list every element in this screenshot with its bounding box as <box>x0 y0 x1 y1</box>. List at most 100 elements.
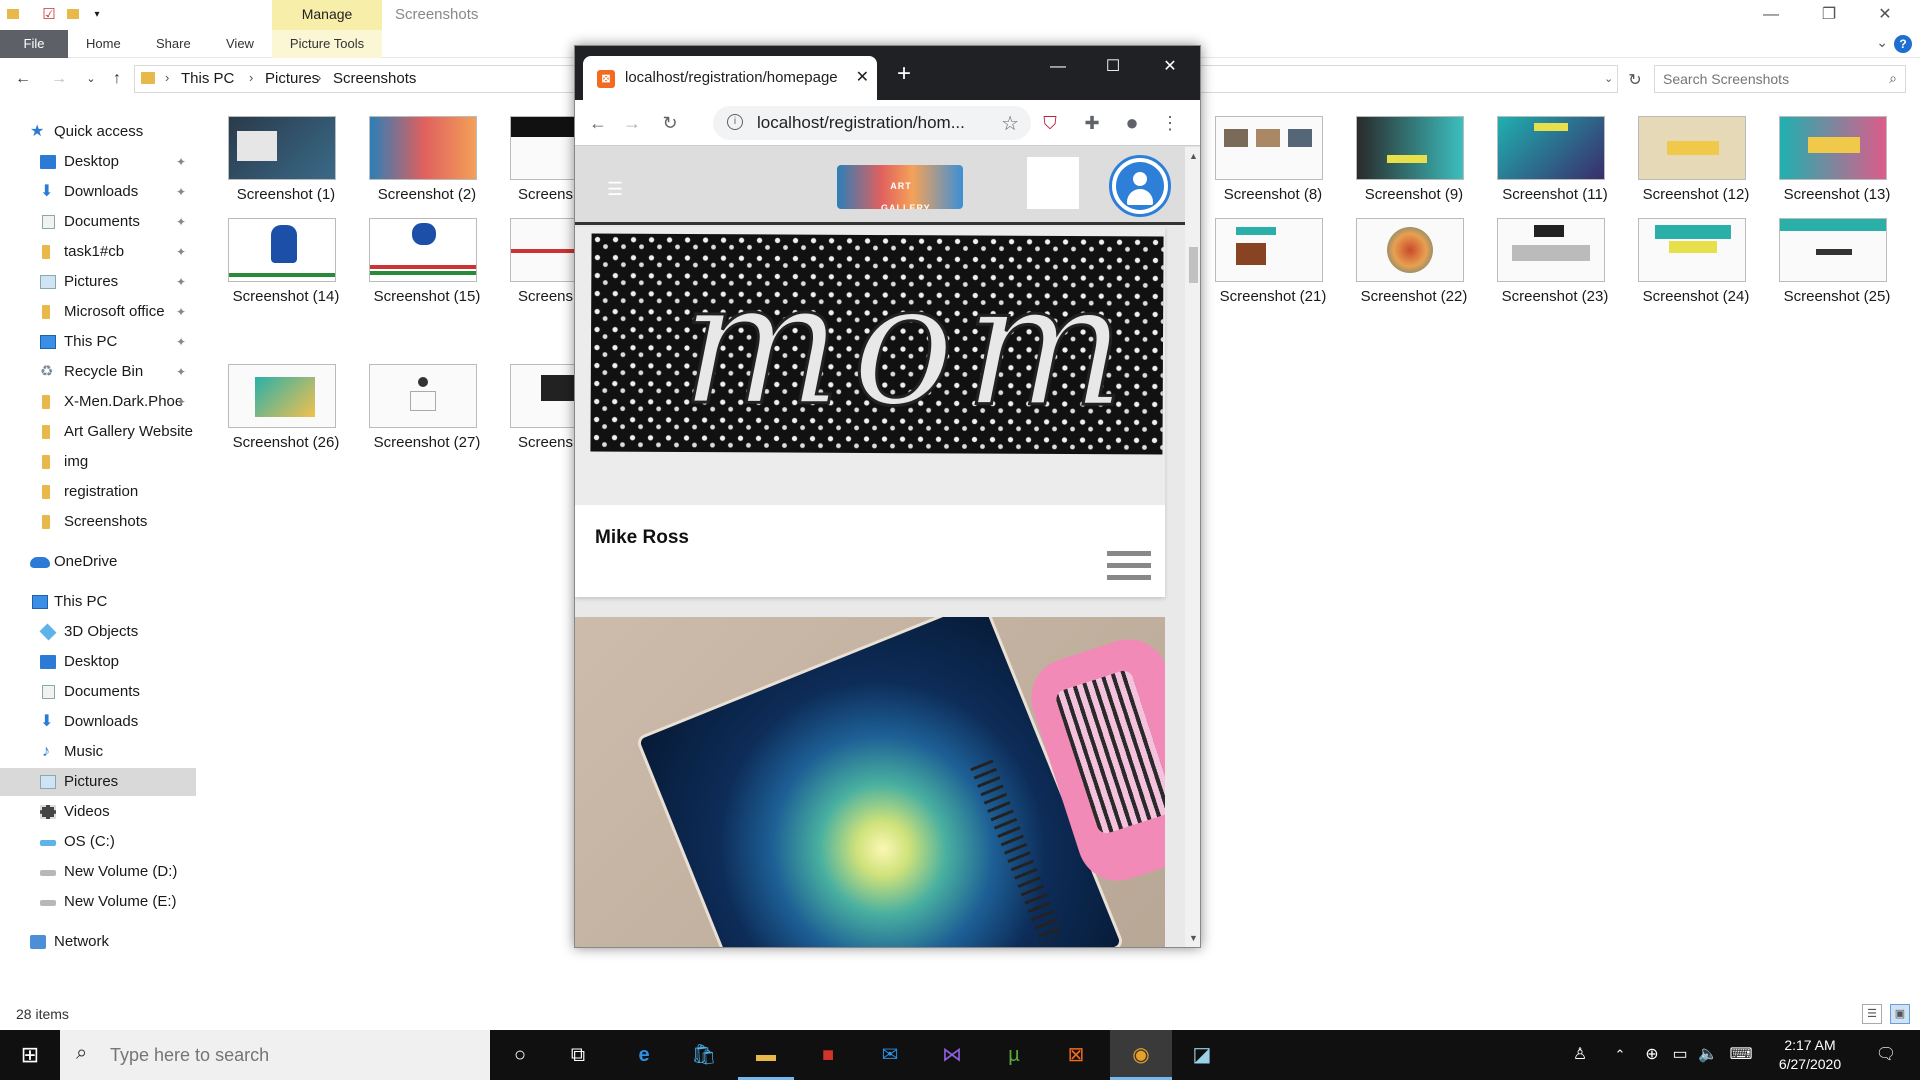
extensions-puzzle-icon[interactable]: ✚ <box>1079 110 1105 136</box>
details-view-icon[interactable]: ☰ <box>1862 1004 1882 1024</box>
file-thumbnail[interactable]: Screenshot (22) <box>1344 218 1474 310</box>
file-thumbnail[interactable]: Screenshot (1) <box>216 116 346 208</box>
pin-icon[interactable]: ✦ <box>176 208 186 236</box>
tab-home[interactable]: Home <box>72 30 135 58</box>
chevron-down-icon[interactable]: ⌄ <box>1604 72 1613 85</box>
notification-center-icon[interactable]: 🗨 <box>1866 1030 1906 1080</box>
restore-button[interactable]: ❐ <box>1806 2 1852 28</box>
taskbar-search-input[interactable] <box>110 1044 470 1066</box>
file-thumbnail[interactable]: Screenshot (13) <box>1767 116 1897 208</box>
address-bar[interactable]: i localhost/registration/hom... ☆ <box>713 106 1031 140</box>
new-folder-icon[interactable] <box>64 6 82 24</box>
file-explorer-icon[interactable]: ▬ <box>738 1030 794 1080</box>
windows-start-icon[interactable]: ⊞ <box>0 1030 60 1080</box>
properties-icon[interactable]: ☑ <box>40 6 58 24</box>
tab-picture-tools[interactable]: Picture Tools <box>272 30 382 58</box>
reload-icon[interactable]: ↻ <box>657 110 683 136</box>
nav-item-task1cb[interactable]: task1#cb ✦ <box>0 238 196 266</box>
xampp-icon[interactable]: ⊠ <box>1048 1030 1104 1080</box>
task-view-icon[interactable]: ⧉ <box>550 1030 606 1080</box>
mail-icon[interactable]: ✉ <box>862 1030 918 1080</box>
chevron-down-icon[interactable]: ⌄ <box>1876 34 1888 51</box>
nav-item-pc-pictures[interactable]: Pictures <box>0 768 196 796</box>
nav-item-art-gallery-website[interactable]: Art Gallery Website <box>0 418 196 446</box>
help-icon[interactable]: ? <box>1894 35 1912 53</box>
file-thumbnail[interactable]: Screenshot (8) <box>1203 116 1333 208</box>
file-thumbnail[interactable]: Screenshot (26) <box>216 364 346 456</box>
nav-item-videos[interactable]: Videos <box>0 798 196 826</box>
system-clock[interactable]: 2:17 AM 6/27/2020 <box>1760 1036 1860 1074</box>
file-thumbnail[interactable]: Screenshot (24) <box>1626 218 1756 310</box>
chrome-icon[interactable]: ◉ <box>1110 1030 1172 1080</box>
nav-item-3d-objects[interactable]: 3D Objects <box>0 618 196 646</box>
nav-item-pc-downloads[interactable]: ⬇ Downloads <box>0 708 196 736</box>
nav-item-registration[interactable]: registration <box>0 478 196 506</box>
tab-share[interactable]: Share <box>142 30 205 58</box>
pin-icon[interactable]: ✦ <box>176 298 186 326</box>
manage-tab[interactable]: Manage <box>272 0 382 30</box>
nav-item-os-c[interactable]: OS (C:) <box>0 828 196 856</box>
nav-network[interactable]: Network <box>0 928 196 956</box>
search-box[interactable]: ⌕ <box>1654 65 1906 93</box>
site-logo[interactable]: ART GALLERY <box>837 165 963 209</box>
nav-onedrive[interactable]: OneDrive <box>0 548 196 576</box>
nav-quick-access[interactable]: ★ Quick access <box>0 118 196 146</box>
file-thumbnail[interactable]: Screenshot (15) <box>357 218 487 310</box>
nav-item-microsoft-office[interactable]: Microsoft office ✦ <box>0 298 196 326</box>
maximize-button[interactable]: ☐ <box>1090 52 1136 82</box>
pin-icon[interactable]: ✦ <box>176 328 186 356</box>
file-thumbnail[interactable]: Screensh <box>498 364 574 456</box>
file-thumbnail[interactable]: Screenshot (12) <box>1626 116 1756 208</box>
scrollbar-thumb[interactable] <box>1189 247 1198 283</box>
file-thumbnail[interactable]: Screenshot (11) <box>1485 116 1615 208</box>
refresh-icon[interactable]: ↻ <box>1622 68 1648 94</box>
nav-item-screenshots[interactable]: Screenshots <box>0 508 196 536</box>
artwork-card[interactable] <box>575 617 1165 947</box>
battery-icon[interactable]: ▭ <box>1668 1030 1692 1080</box>
minimize-button[interactable]: — <box>1035 52 1081 82</box>
nav-item-pc-desktop[interactable]: Desktop <box>0 648 196 676</box>
customize-qat-icon[interactable]: ▾ <box>88 6 106 24</box>
search-input[interactable] <box>1663 70 1873 88</box>
minimize-button[interactable]: — <box>1748 2 1794 28</box>
browser-tab[interactable]: ⊠ localhost/registration/homepage ✕ <box>583 56 877 100</box>
card-menu-icon[interactable] <box>1107 551 1151 585</box>
edge-icon[interactable]: e <box>616 1030 672 1080</box>
paint-icon[interactable]: ◪ <box>1174 1030 1230 1080</box>
pin-icon[interactable]: ✦ <box>176 148 186 176</box>
nav-this-pc[interactable]: This PC <box>0 588 196 616</box>
cortana-icon[interactable]: ○ <box>492 1030 548 1080</box>
file-thumbnail[interactable]: Screenshot (2) <box>357 116 487 208</box>
store-icon[interactable]: 🛍 <box>676 1030 732 1080</box>
up-arrow-icon[interactable]: ↑ <box>106 68 128 90</box>
file-thumbnail[interactable]: Screensh <box>498 116 574 208</box>
nav-item-this-pc-pinned[interactable]: This PC ✦ <box>0 328 196 356</box>
bookmark-star-icon[interactable]: ☆ <box>1001 111 1019 136</box>
pin-icon[interactable]: ✦ <box>176 238 186 266</box>
nav-item-recycle-bin[interactable]: ♻ Recycle Bin ✦ <box>0 358 196 386</box>
profile-icon[interactable]: ● <box>1119 110 1145 136</box>
gift-icon[interactable]: ■ <box>800 1030 856 1080</box>
close-button[interactable]: ✕ <box>1862 2 1908 28</box>
tab-view[interactable]: View <box>212 30 268 58</box>
nav-item-img[interactable]: img <box>0 448 196 476</box>
forward-arrow-icon[interactable]: → <box>619 110 645 136</box>
breadcrumb-screenshots[interactable]: Screenshots <box>333 70 416 87</box>
volume-icon[interactable]: 🔈 <box>1696 1030 1720 1080</box>
new-tab-icon[interactable]: + <box>897 62 911 86</box>
nav-item-music[interactable]: ♪ Music <box>0 738 196 766</box>
file-thumbnail[interactable]: Screenshot (14) <box>216 218 346 310</box>
file-thumbnail[interactable]: Screenshot (25) <box>1767 218 1897 310</box>
tab-file[interactable]: File <box>0 30 68 58</box>
utorrent-icon[interactable]: µ <box>986 1030 1042 1080</box>
user-avatar-icon[interactable] <box>1109 155 1171 217</box>
nav-item-downloads[interactable]: ⬇ Downloads ✦ <box>0 178 196 206</box>
artwork-card[interactable]: mom Mike Ross <box>575 227 1165 597</box>
file-thumbnail[interactable]: Screenshot (27) <box>357 364 487 456</box>
info-icon[interactable]: i <box>727 114 743 130</box>
back-arrow-icon[interactable]: ← <box>12 68 34 90</box>
extension-shield-icon[interactable]: ⛉ <box>1037 110 1063 136</box>
file-thumbnail[interactable]: Screenshot (21) <box>1203 218 1333 310</box>
more-menu-icon[interactable]: ⋮ <box>1157 110 1183 136</box>
hamburger-menu-icon[interactable]: ☰ <box>607 179 623 200</box>
